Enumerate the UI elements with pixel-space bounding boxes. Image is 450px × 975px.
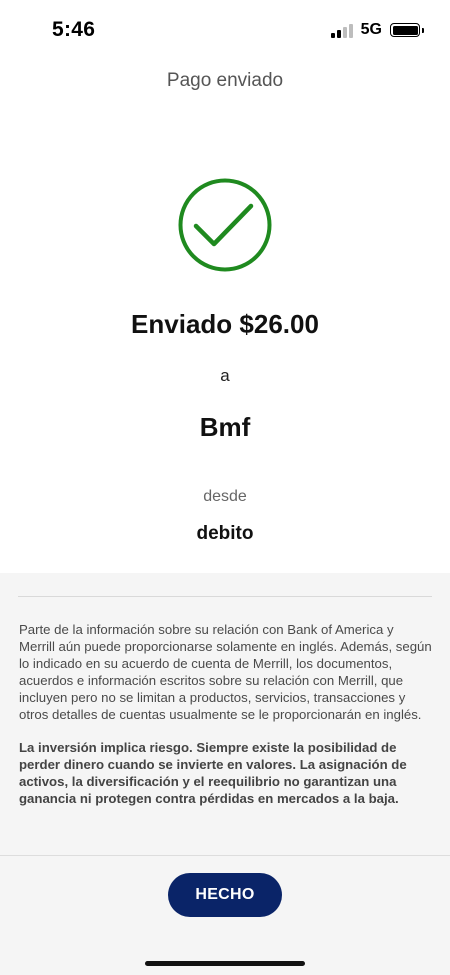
home-indicator[interactable] — [145, 961, 305, 966]
status-indicators: 5G — [329, 20, 424, 40]
network-type: 5G — [360, 21, 382, 38]
status-bar: 5:46 5G — [0, 0, 450, 60]
status-time: 5:46 — [52, 18, 96, 41]
page-title: Pago enviado — [166, 70, 284, 91]
disclosure-section: Parte de la información sobre su relació… — [0, 573, 450, 975]
disclosure-text: Parte de la información sobre su relació… — [19, 621, 433, 823]
recipient-name: Bmf — [199, 412, 251, 442]
to-label: a — [220, 366, 230, 385]
sent-amount: Enviado $26.00 — [131, 309, 319, 339]
source-account: debito — [196, 523, 254, 544]
battery-icon — [390, 23, 424, 37]
investment-risk-disclosure: La inversión implica riesgo. Siempre exi… — [19, 740, 407, 806]
divider — [18, 596, 432, 597]
language-disclosure: Parte de la información sobre su relació… — [19, 622, 432, 722]
from-label: desde — [203, 488, 247, 505]
done-button[interactable]: HECHO — [168, 873, 282, 917]
signal-bars-icon — [329, 22, 353, 38]
footer-divider — [0, 855, 450, 856]
check-circle-icon — [178, 178, 272, 272]
